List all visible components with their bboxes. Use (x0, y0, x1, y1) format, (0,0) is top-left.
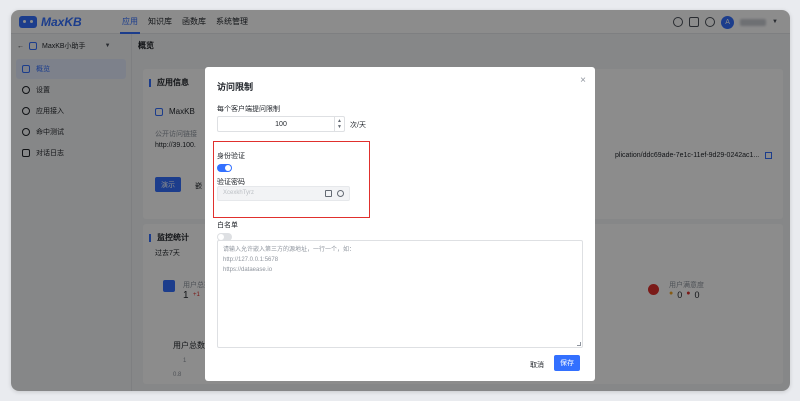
toggle-knob (225, 165, 231, 171)
rate-limit-value: 100 (275, 120, 287, 128)
whitelist-label: 白名单 (217, 222, 238, 229)
placeholder-line: http://127.0.0.1:5678 (223, 257, 279, 263)
app-window: MaxKB 应用 知识库 函数库 系统管理 A ▼ ← MaxKB小助手 ▼ 概… (11, 10, 790, 391)
password-value: XcexkhTyrz (223, 190, 255, 196)
password-field[interactable]: XcexkhTyrz (217, 186, 350, 201)
number-stepper[interactable]: ▲ ▼ (334, 117, 344, 131)
auth-toggle[interactable] (217, 164, 232, 172)
rate-limit-input[interactable]: 100 ▲ ▼ (217, 116, 345, 132)
rate-limit-unit: 次/天 (350, 122, 366, 129)
access-limit-dialog: 访问限制 × 每个客户端提问限制 100 ▲ ▼ 次/天 身份验证 验证密码 Xc… (205, 67, 595, 381)
auth-label: 身份验证 (217, 153, 245, 160)
refresh-icon[interactable] (337, 190, 344, 197)
whitelist-textarea[interactable]: 请输入允许嵌入第三方的源地址，一行一个，如： http://127.0.0.1:… (217, 240, 583, 348)
cancel-button[interactable]: 取消 (524, 356, 550, 374)
placeholder-line: https://dataease.io (223, 267, 273, 273)
save-button[interactable]: 保存 (554, 355, 580, 371)
placeholder-line: 请输入允许嵌入第三方的源地址，一行一个，如： (223, 247, 356, 253)
chevron-down-icon[interactable]: ▼ (337, 124, 342, 130)
close-icon[interactable]: × (580, 75, 586, 86)
dialog-title: 访问限制 (217, 82, 254, 92)
rate-limit-label: 每个客户端提问限制 (217, 106, 280, 113)
resize-handle[interactable] (577, 342, 581, 346)
copy-icon[interactable] (325, 190, 332, 197)
